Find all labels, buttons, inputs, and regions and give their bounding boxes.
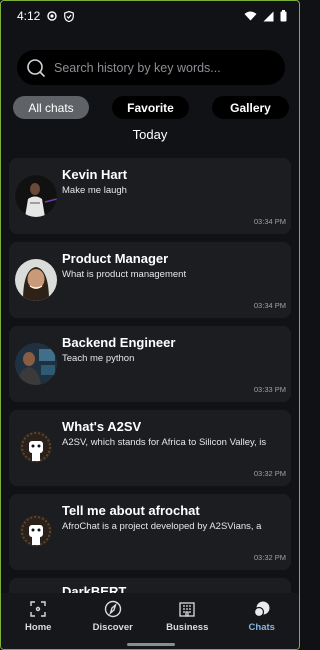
- nav-label: Home: [25, 622, 52, 633]
- nav-discover[interactable]: Discover: [76, 593, 151, 649]
- afrochat-bot-avatar: [15, 511, 57, 553]
- chat-timestamp: 03:33 PM: [253, 385, 286, 394]
- tab-all-chats[interactable]: All chats: [13, 96, 89, 119]
- home-icon: [28, 599, 48, 619]
- chat-title: Backend Engineer: [62, 335, 176, 350]
- afrochat-bot-avatar: [15, 427, 57, 469]
- backend-engineer-avatar: [15, 343, 57, 385]
- chat-timestamp: 03:32 PM: [253, 469, 286, 478]
- chat-title: Tell me about afrochat: [62, 503, 200, 518]
- shield-icon: [64, 10, 75, 22]
- search-bar[interactable]: Search history by key words...: [17, 50, 285, 85]
- chat-item-darkbert[interactable]: DarkBERT: [9, 578, 291, 593]
- chat-preview: Teach me python: [62, 353, 135, 364]
- product-manager-avatar: [15, 259, 57, 301]
- chat-title: Product Manager: [62, 251, 169, 266]
- nav-label: Business: [166, 622, 209, 633]
- chat-item-backend-engineer[interactable]: Backend Engineer Teach me python 03:33 P…: [9, 326, 291, 402]
- chat-preview: Make me laugh: [62, 185, 127, 196]
- nav-label: Chats: [248, 622, 275, 633]
- battery-icon: [280, 10, 287, 22]
- app-screen: 4:12 Search history by key words... All …: [0, 0, 300, 650]
- nav-home[interactable]: Home: [1, 593, 76, 649]
- chat-timestamp: 03:34 PM: [253, 217, 286, 226]
- chat-preview: What is product management: [62, 269, 187, 280]
- chat-timestamp: 03:34 PM: [253, 301, 286, 310]
- kevin-hart-avatar: [15, 175, 57, 217]
- chats-icon: [252, 599, 272, 619]
- tab-gallery[interactable]: Gallery: [212, 96, 289, 119]
- chat-title: DarkBERT: [62, 584, 127, 593]
- filter-tabs: All chats Favorite Gallery: [13, 96, 289, 119]
- chat-preview: AfroChat is a project developed by A2SVi…: [62, 521, 262, 532]
- tab-favorite[interactable]: Favorite: [112, 96, 189, 119]
- chat-item-kevin-hart[interactable]: Kevin Hart Make me laugh 03:34 PM: [9, 158, 291, 234]
- chat-item-tell-me-about-afrochat[interactable]: Tell me about afrochat AfroChat is a pro…: [9, 494, 291, 570]
- chat-list: Kevin Hart Make me laugh 03:34 PM Produc…: [9, 158, 291, 593]
- home-indicator[interactable]: [127, 643, 175, 646]
- chat-timestamp: 03:32 PM: [253, 553, 286, 562]
- nav-chats[interactable]: Chats: [225, 593, 300, 649]
- chat-title: Kevin Hart: [62, 167, 128, 182]
- chat-title: What's A2SV: [62, 419, 142, 434]
- chat-preview: A2SV, which stands for Africa to Silicon…: [62, 437, 267, 448]
- wifi-icon: [244, 11, 257, 21]
- search-input[interactable]: Search history by key words...: [54, 61, 221, 75]
- search-icon: [26, 58, 46, 78]
- bottom-nav: Home Discover Business Chats: [1, 593, 300, 649]
- signal-icon: [263, 11, 274, 22]
- chat-item-product-manager[interactable]: Product Manager What is product manageme…: [9, 242, 291, 318]
- recording-icon: [47, 11, 58, 21]
- section-date-header: Today: [132, 127, 168, 142]
- nav-label: Discover: [92, 622, 133, 633]
- status-bar: 4:12: [1, 1, 299, 31]
- compass-icon: [103, 599, 123, 619]
- nav-business[interactable]: Business: [150, 593, 225, 649]
- chat-item-whats-a2sv[interactable]: What's A2SV A2SV, which stands for Afric…: [9, 410, 291, 486]
- status-time: 4:12: [17, 9, 41, 23]
- building-icon: [177, 599, 197, 619]
